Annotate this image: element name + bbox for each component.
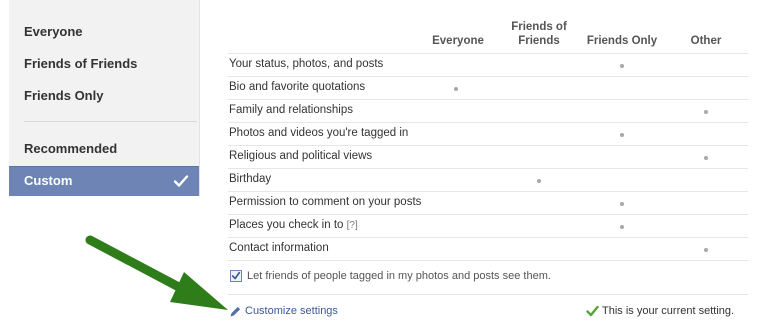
row-label: Bio and favorite quotations [229, 81, 366, 93]
current-setting-status: This is your current setting. [586, 305, 736, 319]
row-label: Religious and political views [229, 150, 373, 162]
setting-dot[interactable] [620, 133, 624, 137]
row-label: Photos and videos you're tagged in [229, 127, 409, 139]
table-row: Birthday [228, 168, 748, 191]
setting-dot[interactable] [620, 64, 624, 68]
setting-dot[interactable] [704, 110, 708, 114]
sidebar-item-friends-of-friends[interactable]: Friends of Friends [9, 50, 199, 78]
sidebar-item-label: Friends of Friends [24, 56, 138, 71]
setting-dot[interactable] [704, 156, 708, 160]
sidebar-item-label: Custom [24, 173, 73, 188]
sidebar-item-custom[interactable]: Custom [9, 166, 199, 196]
footer-divider [228, 294, 748, 295]
table-bottom-divider [228, 260, 748, 261]
sidebar-item-label: Recommended [24, 141, 118, 156]
sidebar-item-label: Everyone [24, 24, 83, 39]
column-header-other: Other [690, 35, 722, 47]
setting-dot[interactable] [620, 225, 624, 229]
row-label: Family and relationships [229, 104, 354, 116]
setting-dot[interactable] [620, 202, 624, 206]
row-label: Your status, photos, and posts [229, 58, 384, 70]
table-row: Photos and videos you're tagged in [228, 122, 748, 145]
tag-visibility-label: Let friends of people tagged in my photo… [247, 270, 551, 282]
customize-settings-link[interactable]: Customize settings [245, 305, 338, 317]
column-header-everyone: Everyone [432, 35, 484, 47]
sidebar-item-everyone[interactable]: Everyone [9, 18, 199, 46]
checkmark-icon [173, 175, 189, 187]
table-row: Places you check in to [?] [228, 214, 748, 237]
help-hint-link[interactable]: [?] [347, 220, 358, 231]
setting-dot[interactable] [537, 179, 541, 183]
current-setting-text: This is your current setting. [602, 305, 735, 317]
setting-dot[interactable] [704, 248, 708, 252]
annotation-arrow-icon [85, 235, 228, 310]
table-row: Permission to comment on your posts [228, 191, 748, 214]
row-label: Birthday [229, 173, 272, 185]
column-header-friends-only: Friends Only [586, 35, 658, 47]
sidebar-divider [24, 121, 197, 122]
table-row: Contact information [228, 237, 748, 260]
sidebar-item-recommended[interactable]: Recommended [9, 135, 199, 163]
sidebar-item-friends-only[interactable]: Friends Only [9, 82, 199, 110]
setting-dot[interactable] [454, 87, 458, 91]
table-row: Your status, photos, and posts [228, 53, 748, 76]
table-row: Family and relationships [228, 99, 748, 122]
column-header-friends-of-friends: Friends of Friends [511, 21, 567, 47]
green-checkmark-icon [586, 305, 599, 317]
table-row: Religious and political views [228, 145, 748, 168]
sidebar-item-label: Friends Only [24, 88, 104, 103]
row-label: Permission to comment on your posts [229, 196, 422, 208]
privacy-sidebar: Everyone Friends of Friends Friends Only… [9, 0, 200, 196]
table-row: Bio and favorite quotations [228, 76, 748, 99]
